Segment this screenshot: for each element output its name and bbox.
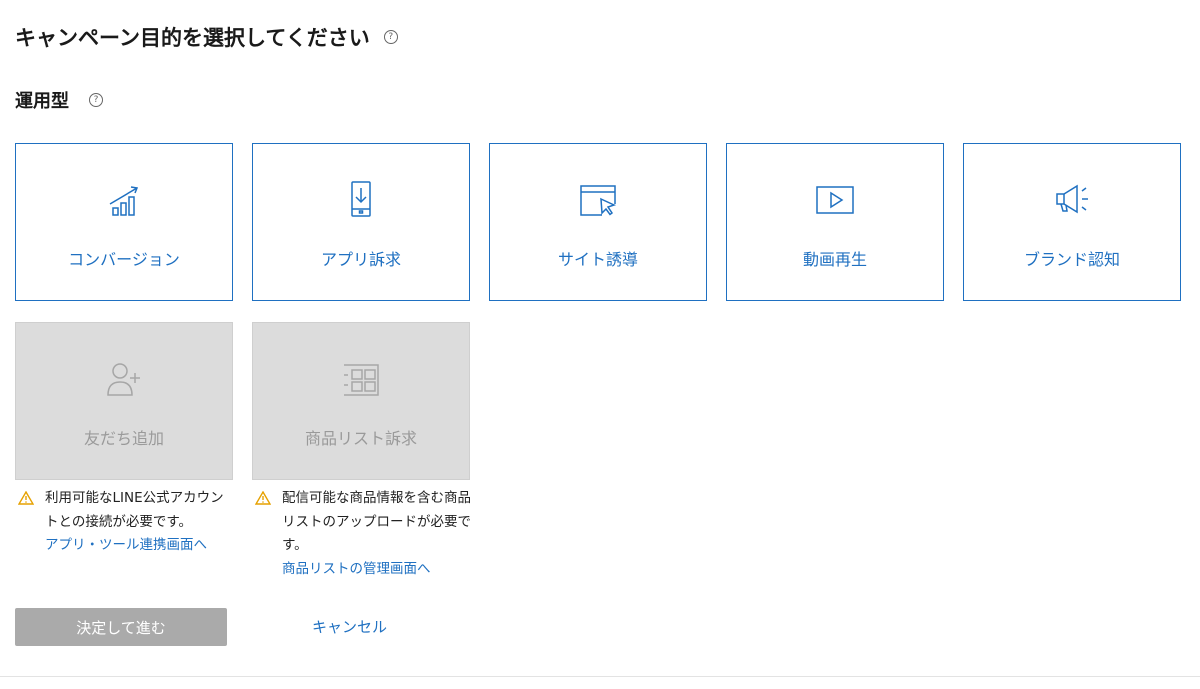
objective-card-friends: 友だち追加 — [15, 322, 233, 480]
product-grid-icon — [344, 364, 379, 396]
objective-label: サイト誘導 — [557, 250, 638, 269]
section-help-icon[interactable]: ? — [89, 93, 103, 107]
browser-cursor-icon — [580, 185, 617, 216]
megaphone-icon — [1056, 184, 1088, 214]
app-tool-link[interactable]: アプリ・ツール連携画面へ — [45, 537, 207, 553]
cancel-button[interactable]: キャンセル — [312, 616, 387, 637]
divider — [0, 676, 1200, 677]
objective-card-site[interactable]: サイト誘導 — [489, 143, 707, 301]
objective-label: 動画再生 — [802, 250, 867, 269]
section-title: 運用型 ? — [15, 87, 103, 113]
objective-label: アプリ訴求 — [320, 250, 401, 269]
smartphone-download-icon — [351, 181, 371, 217]
page-title: キャンペーン目的を選択してください ? — [15, 22, 398, 52]
note-text: 利用可能なLINE公式アカウントとの接続が必要です。 — [45, 490, 224, 530]
product-list-link[interactable]: 商品リストの管理画面へ — [282, 561, 431, 577]
help-icon[interactable]: ? — [383, 30, 398, 44]
section-title-text: 運用型 — [15, 91, 69, 112]
video-play-icon — [816, 186, 854, 214]
warning-icon — [255, 491, 271, 505]
objective-card-app[interactable]: アプリ訴求 — [252, 143, 470, 301]
objective-card-brand[interactable]: ブランド認知 — [963, 143, 1181, 301]
objective-label: ブランド認知 — [1023, 250, 1120, 269]
warning-icon — [18, 491, 34, 505]
objective-label: 商品リスト訴求 — [304, 429, 417, 448]
chart-growth-icon — [109, 186, 139, 216]
objective-card-conversion[interactable]: コンバージョン — [15, 143, 233, 301]
objective-label: 友だち追加 — [83, 429, 164, 448]
page-title-text: キャンペーン目的を選択してください — [15, 26, 370, 50]
objective-label: コンバージョン — [68, 250, 180, 269]
note-text: 配信可能な商品情報を含む商品リストのアップロードが必要です。 — [282, 490, 471, 553]
add-user-icon — [107, 363, 140, 396]
objective-card-video[interactable]: 動画再生 — [726, 143, 944, 301]
submit-button[interactable]: 決定して進む — [15, 608, 227, 646]
objective-card-products: 商品リスト訴求 — [252, 322, 470, 480]
